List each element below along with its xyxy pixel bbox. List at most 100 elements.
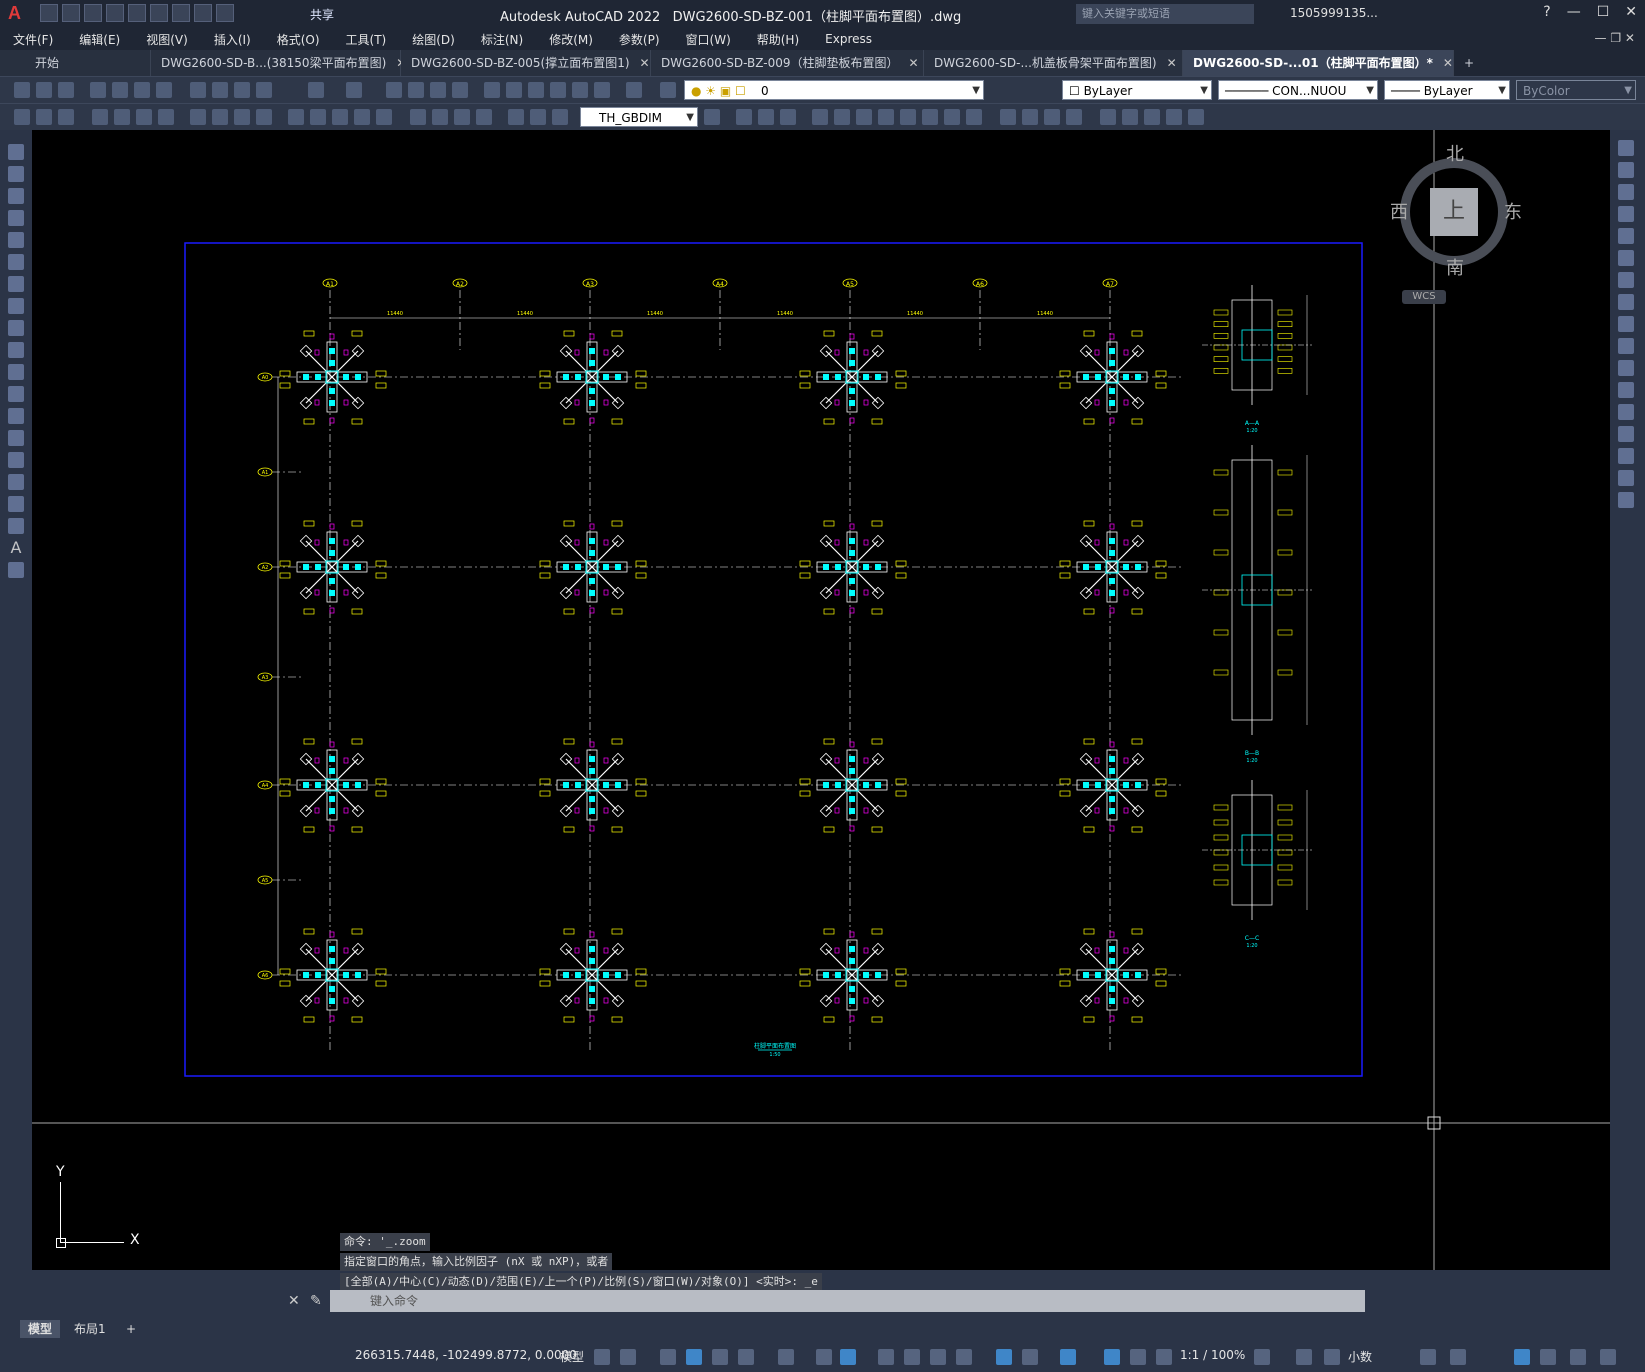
new-tab-icon[interactable]: +	[1454, 50, 1498, 76]
undo-icon[interactable]	[194, 4, 212, 22]
make-block-icon[interactable]	[8, 408, 24, 424]
move-icon[interactable]	[1618, 250, 1634, 266]
gizmo-icon[interactable]	[1060, 1349, 1076, 1365]
menu-parametric[interactable]: 参数(P)	[606, 31, 673, 48]
paste-icon[interactable]	[234, 82, 250, 98]
units-value[interactable]: 小数	[1348, 1348, 1372, 1365]
add-layout-icon[interactable]: +	[118, 1320, 144, 1338]
dynamic-ucs-icon[interactable]	[996, 1349, 1012, 1365]
share-button[interactable]: 共享	[310, 6, 334, 23]
copy-icon[interactable]	[212, 82, 228, 98]
ortho-icon[interactable]	[712, 1349, 728, 1365]
diameter-icon[interactable]	[234, 109, 250, 125]
baseline-icon[interactable]	[310, 109, 326, 125]
infer-constraints-icon[interactable]	[660, 1349, 676, 1365]
modify-tool-icon[interactable]	[834, 109, 850, 125]
extend-icon[interactable]	[1618, 360, 1634, 376]
dynamic-input-icon[interactable]	[686, 1349, 702, 1365]
workspace-gear-icon[interactable]	[1254, 1349, 1270, 1365]
modify-tool-icon[interactable]	[1144, 109, 1160, 125]
hardware-acceleration-icon[interactable]	[1540, 1349, 1556, 1365]
modify-tool-icon[interactable]	[966, 109, 982, 125]
compass-east[interactable]: 东	[1504, 198, 1522, 224]
blend-curves-icon[interactable]	[1618, 470, 1634, 486]
compass-north[interactable]: 北	[1446, 140, 1464, 166]
ellipse-arc-icon[interactable]	[8, 364, 24, 380]
zoom-previous-icon[interactable]	[452, 82, 468, 98]
close-tab-icon[interactable]: ✕	[640, 56, 650, 70]
properties-icon[interactable]	[484, 82, 500, 98]
polyline-icon[interactable]	[8, 188, 24, 204]
new-icon[interactable]	[40, 4, 58, 22]
viewcube-top-face[interactable]: 上	[1430, 188, 1478, 236]
sheet-set-icon[interactable]	[550, 82, 566, 98]
save-web-icon[interactable]	[150, 4, 168, 22]
inspection-icon[interactable]	[454, 109, 470, 125]
markup-icon[interactable]	[572, 82, 588, 98]
tab-start[interactable]: 开始	[0, 50, 151, 76]
match-properties-icon[interactable]	[256, 82, 272, 98]
redo-icon[interactable]	[216, 4, 234, 22]
menu-format[interactable]: 格式(O)	[264, 31, 333, 48]
hatch-icon[interactable]	[8, 452, 24, 468]
table-icon[interactable]	[8, 518, 24, 534]
line-icon[interactable]	[8, 144, 24, 160]
modify-tool-icon[interactable]	[1022, 109, 1038, 125]
modify-tool-icon[interactable]	[812, 109, 828, 125]
revision-cloud-icon[interactable]	[8, 298, 24, 314]
modify-tool-icon[interactable]	[944, 109, 960, 125]
tab-file[interactable]: DWG2600-SD-B...(38150梁平面布置图)✕	[151, 50, 406, 76]
help-icon[interactable]: ?	[1543, 4, 1550, 20]
trim-icon[interactable]	[1618, 338, 1634, 354]
modify-tool-icon[interactable]	[1066, 109, 1082, 125]
dimension-text-edit-icon[interactable]	[530, 109, 546, 125]
stretch-icon[interactable]	[1618, 316, 1634, 332]
annotation-scale-value[interactable]: 1:1 / 100%	[1180, 1348, 1245, 1362]
construction-line-icon[interactable]	[8, 166, 24, 182]
save-icon[interactable]	[84, 4, 102, 22]
customization-icon[interactable]	[1600, 1349, 1616, 1365]
save-icon[interactable]	[58, 82, 74, 98]
zoom-realtime-icon[interactable]	[408, 82, 424, 98]
open-web-icon[interactable]	[128, 4, 146, 22]
tab-file[interactable]: DWG2600-SD-...机盖板骨架平面布置图) ✕	[924, 50, 1183, 76]
scale-icon[interactable]	[1618, 294, 1634, 310]
ordinate-icon[interactable]	[158, 109, 174, 125]
join-icon[interactable]	[1618, 404, 1634, 420]
tab-layout1[interactable]: 布局1	[66, 1320, 114, 1338]
linear-dimension-icon[interactable]	[92, 109, 108, 125]
jogged-linear-icon[interactable]	[476, 109, 492, 125]
search-input[interactable]: 键入关键字或短语	[1076, 4, 1254, 24]
annotation-monitor-icon[interactable]	[1296, 1349, 1312, 1365]
dimension-edit-icon[interactable]	[508, 109, 524, 125]
arc-length-icon[interactable]	[136, 109, 152, 125]
grid-icon[interactable]	[594, 1349, 610, 1365]
design-center-icon[interactable]	[506, 82, 522, 98]
arc-icon[interactable]	[8, 254, 24, 270]
tolerance-icon[interactable]	[410, 109, 426, 125]
command-input[interactable]: 键入命令	[330, 1290, 1365, 1312]
plot-icon[interactable]	[172, 4, 190, 22]
continue-icon[interactable]	[332, 109, 348, 125]
color-dropdown[interactable]: ☐ ByLayer ▼	[1062, 80, 1212, 100]
doc-window-controls[interactable]: — ❐ ✕	[1595, 31, 1635, 45]
modify-tool-icon[interactable]	[878, 109, 894, 125]
object-snap-tracking-icon[interactable]	[816, 1349, 832, 1365]
toolbar-tool-icon[interactable]	[58, 109, 74, 125]
polygon-icon[interactable]	[8, 210, 24, 226]
modify-tool-icon[interactable]	[736, 109, 752, 125]
quickcalc-icon[interactable]	[594, 82, 610, 98]
rotate-icon[interactable]	[1618, 272, 1634, 288]
plot-icon[interactable]	[90, 82, 106, 98]
menu-edit[interactable]: 编辑(E)	[66, 31, 133, 48]
command-customize-icon[interactable]: ✎	[310, 1293, 322, 1309]
model-space-button[interactable]: 模型	[560, 1348, 584, 1365]
region-icon[interactable]	[8, 496, 24, 512]
quick-dimension-icon[interactable]	[288, 109, 304, 125]
3d-dwf-icon[interactable]	[156, 82, 172, 98]
menu-tools[interactable]: 工具(T)	[333, 31, 400, 48]
menu-insert[interactable]: 插入(I)	[201, 31, 264, 48]
tab-file[interactable]: DWG2600-SD-BZ-009（柱脚垫板布置图） ✕	[651, 50, 924, 76]
object-snap-icon[interactable]	[840, 1349, 856, 1365]
redo-icon[interactable]	[346, 82, 362, 98]
